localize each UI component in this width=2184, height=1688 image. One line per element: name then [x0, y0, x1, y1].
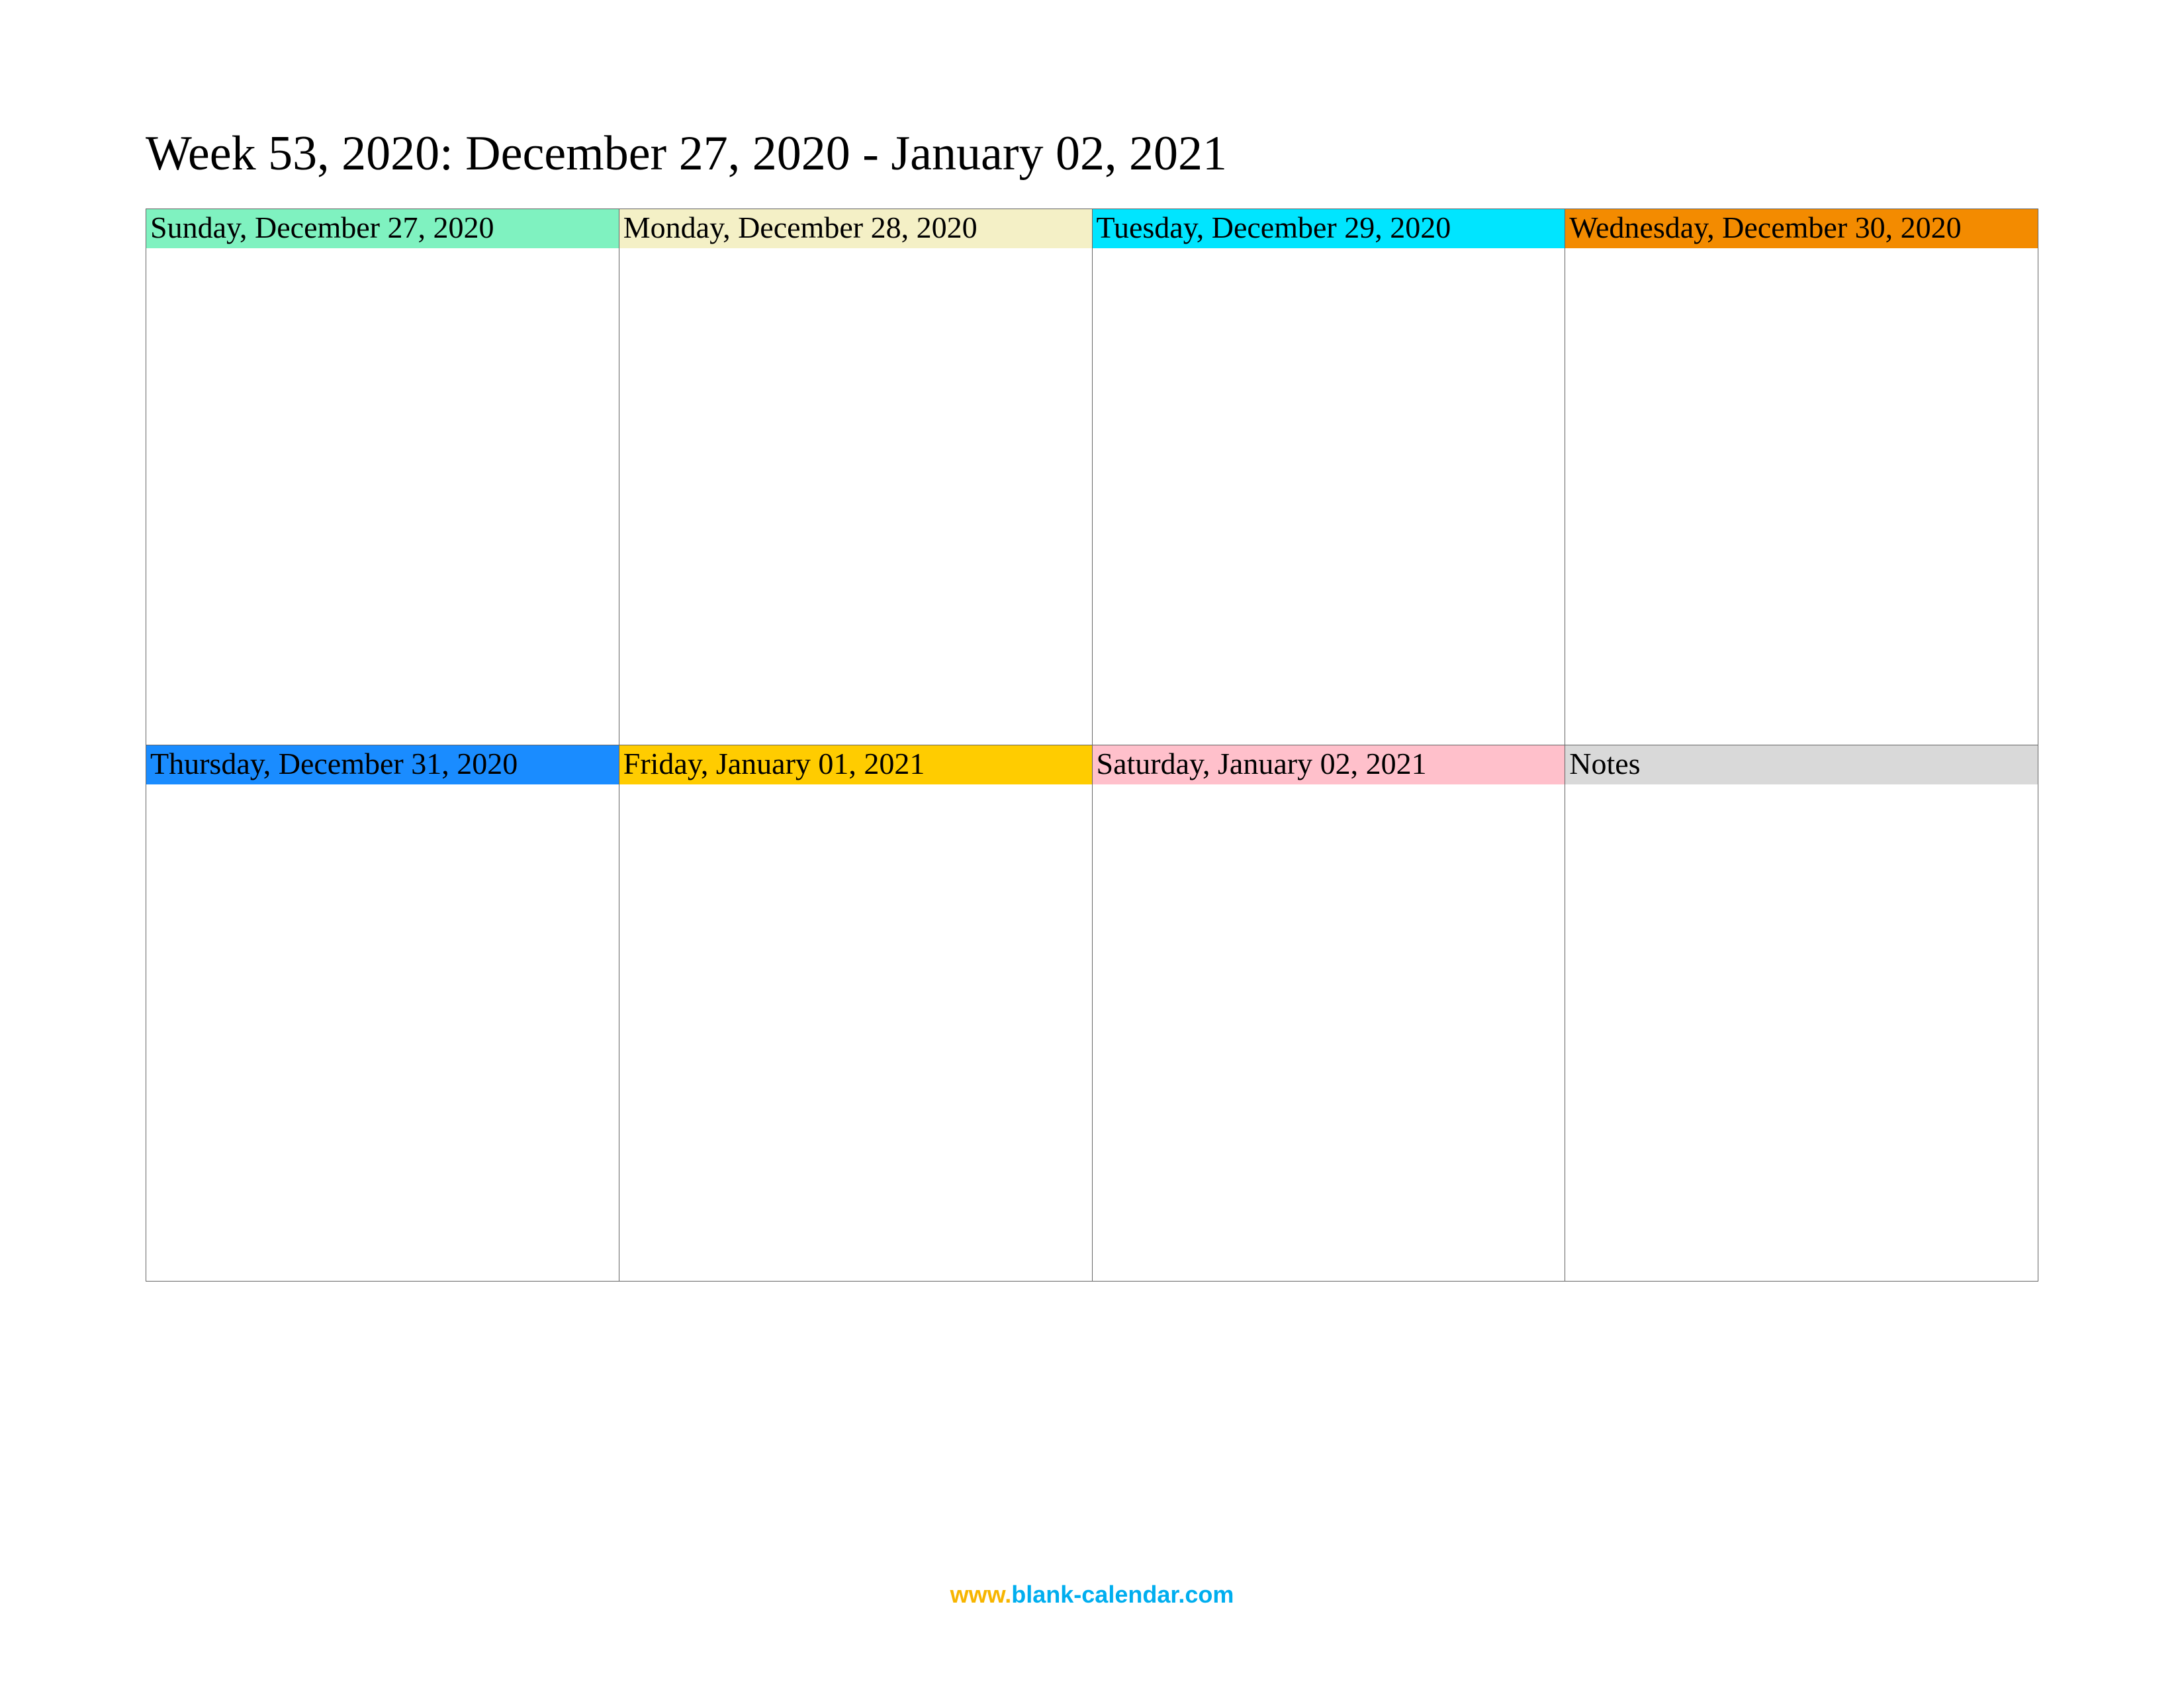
- day-header-friday: Friday, January 01, 2021: [619, 745, 1092, 784]
- day-body-thursday: [146, 784, 619, 1281]
- day-header-saturday: Saturday, January 02, 2021: [1093, 745, 1565, 784]
- day-body-tuesday: [1093, 248, 1565, 745]
- day-body-monday: [619, 248, 1092, 745]
- weekly-calendar: Sunday, December 27, 2020 Monday, Decemb…: [146, 209, 2038, 1282]
- page-title: Week 53, 2020: December 27, 2020 - Janua…: [146, 126, 2038, 182]
- day-body-notes: [1565, 784, 2038, 1281]
- day-header-wednesday: Wednesday, December 30, 2020: [1565, 209, 2038, 248]
- day-header-sunday: Sunday, December 27, 2020: [146, 209, 619, 248]
- day-header-thursday: Thursday, December 31, 2020: [146, 745, 619, 784]
- day-header-monday: Monday, December 28, 2020: [619, 209, 1092, 248]
- day-body-sunday: [146, 248, 619, 745]
- day-body-friday: [619, 784, 1092, 1281]
- footer-link[interactable]: www.blank-calendar.com: [0, 1581, 2184, 1609]
- day-header-notes: Notes: [1565, 745, 2038, 784]
- footer-domain: blank-calendar.com: [1011, 1581, 1234, 1608]
- day-body-saturday: [1093, 784, 1565, 1281]
- day-body-wednesday: [1565, 248, 2038, 745]
- day-header-tuesday: Tuesday, December 29, 2020: [1093, 209, 1565, 248]
- footer-www: www.: [950, 1581, 1012, 1608]
